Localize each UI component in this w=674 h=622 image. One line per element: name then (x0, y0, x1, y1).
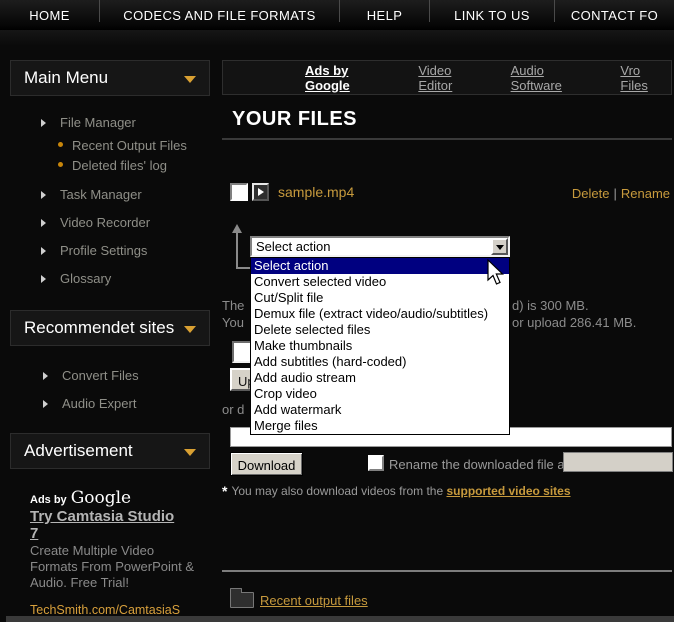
sidebar-header-main-menu[interactable]: Main Menu (10, 60, 210, 96)
ad-link-video-editor[interactable]: Video Editor (418, 63, 488, 93)
option-delete-selected-files[interactable]: Delete selected files (251, 322, 509, 338)
nav-item-codecs[interactable]: CODECS AND FILE FORMATS (100, 0, 340, 22)
folder-icon[interactable] (230, 592, 254, 608)
upload-space-text-right: or upload 286.41 MB. (512, 315, 636, 330)
rename-checkbox[interactable] (368, 455, 384, 471)
delete-link[interactable]: Delete (572, 186, 610, 201)
select-dropdown-button[interactable] (491, 238, 508, 255)
option-convert-selected-video[interactable]: Convert selected video (251, 274, 509, 290)
bullet-icon (58, 162, 63, 167)
ads-by-google-logo: Ads by Google (30, 488, 131, 508)
arrow-right-icon (43, 400, 48, 408)
sidebar-item-recent-output-files[interactable]: Recent Output Files (72, 138, 187, 153)
chevron-down-icon (184, 76, 196, 83)
up-arrow-icon (232, 224, 242, 233)
sidebar-header-recommended-sites[interactable]: Recommendet sites (10, 310, 210, 346)
option-make-thumbnails[interactable]: Make thumbnails (251, 338, 509, 354)
arrow-right-icon (41, 247, 46, 255)
sidebar-item-task-manager[interactable]: Task Manager (60, 187, 142, 202)
option-crop-video[interactable]: Crop video (251, 386, 509, 402)
advertisement-title: Advertisement (24, 441, 133, 460)
bullet-icon (58, 142, 63, 147)
or-download-text: or d (222, 402, 244, 417)
selected-action-label: Select action (256, 239, 330, 254)
asterisk: * (222, 483, 227, 499)
sidebar-item-profile-settings[interactable]: Profile Settings (60, 243, 147, 258)
ads-by-google-link[interactable]: Ads by Google (305, 63, 396, 93)
supported-video-sites-link[interactable]: supported video sites (446, 484, 570, 498)
rename-filename-input[interactable] (563, 452, 673, 472)
action-select[interactable]: Select action (250, 236, 510, 257)
download-button[interactable]: Download (230, 452, 303, 476)
top-navigation: HOME CODECS AND FILE FORMATS HELP LINK T… (0, 0, 674, 30)
option-add-watermark[interactable]: Add watermark (251, 402, 509, 418)
arrow-right-icon (41, 219, 46, 227)
google-logo: Google (71, 488, 131, 508)
ads-by-label: Ads by (30, 494, 67, 506)
note-line: * You may also download videos from the s… (222, 483, 571, 499)
sidebar-item-audio-expert[interactable]: Audio Expert (62, 396, 136, 411)
ad-body-text: Create Multiple Video Formats From Power… (30, 543, 202, 591)
main-menu-title: Main Menu (24, 68, 108, 87)
section-divider (222, 570, 672, 572)
option-select-action[interactable]: Select action (251, 258, 509, 274)
nav-item-help[interactable]: HELP (340, 0, 430, 22)
page-title: YOUR FILES (222, 108, 672, 131)
arrow-right-icon (41, 119, 46, 127)
recent-output-files-link[interactable]: Recent output files (260, 593, 368, 608)
upload-limit-text-left: The (222, 298, 244, 313)
option-merge-files[interactable]: Merge files (251, 418, 509, 434)
window-bottom-edge (6, 616, 674, 622)
action-option-list: Select action Convert selected video Cut… (250, 257, 510, 435)
nav-item-contact[interactable]: CONTACT FO (555, 0, 674, 22)
google-ads-bar: Ads by Google Video Editor Audio Softwar… (222, 60, 672, 95)
ad-title-link[interactable]: Try Camtasia Studio 7 (30, 508, 185, 542)
option-demux-file[interactable]: Demux file (extract video/audio/subtitle… (251, 306, 509, 322)
nav-shadow (0, 30, 674, 46)
option-cut-split-file[interactable]: Cut/Split file (251, 290, 509, 306)
recommended-sites-title: Recommendet sites (24, 318, 174, 337)
action-separator: | (613, 186, 616, 201)
sidebar-item-glossary[interactable]: Glossary (60, 271, 111, 286)
ad-url-link[interactable]: TechSmith.com/CamtasiaS (30, 603, 180, 617)
sidebar-item-file-manager[interactable]: File Manager (60, 115, 136, 130)
sidebar-header-advertisement[interactable]: Advertisement (10, 433, 210, 469)
rename-checkbox-label: Rename the downloaded file as (389, 457, 571, 472)
sidebar-item-deleted-files-log[interactable]: Deleted files' log (72, 158, 167, 173)
sidebar-item-video-recorder[interactable]: Video Recorder (60, 215, 150, 230)
upload-limit-text-right: d) is 300 MB. (512, 298, 589, 313)
option-add-subtitles[interactable]: Add subtitles (hard-coded) (251, 354, 509, 370)
chevron-down-icon (184, 449, 196, 456)
up-arrow-elbow (236, 233, 251, 269)
upload-space-text-left: You (222, 315, 244, 330)
rename-link[interactable]: Rename (621, 186, 670, 201)
your-files-section: YOUR FILES (222, 108, 672, 140)
chevron-down-icon (184, 326, 196, 333)
arrow-right-icon (41, 275, 46, 283)
option-add-audio-stream[interactable]: Add audio stream (251, 370, 509, 386)
arrow-right-icon (43, 372, 48, 380)
file-row-actions: Delete| Rename (222, 186, 670, 201)
nav-item-link-to-us[interactable]: LINK TO US (430, 0, 555, 22)
nav-item-home[interactable]: HOME (0, 0, 100, 22)
ad-link-audio-software[interactable]: Audio Software (511, 63, 599, 93)
sidebar-item-convert-files[interactable]: Convert Files (62, 368, 139, 383)
arrow-right-icon (41, 191, 46, 199)
note-text: You may also download videos from the (231, 484, 443, 498)
ad-link-vro-files[interactable]: Vro Files (620, 63, 671, 93)
